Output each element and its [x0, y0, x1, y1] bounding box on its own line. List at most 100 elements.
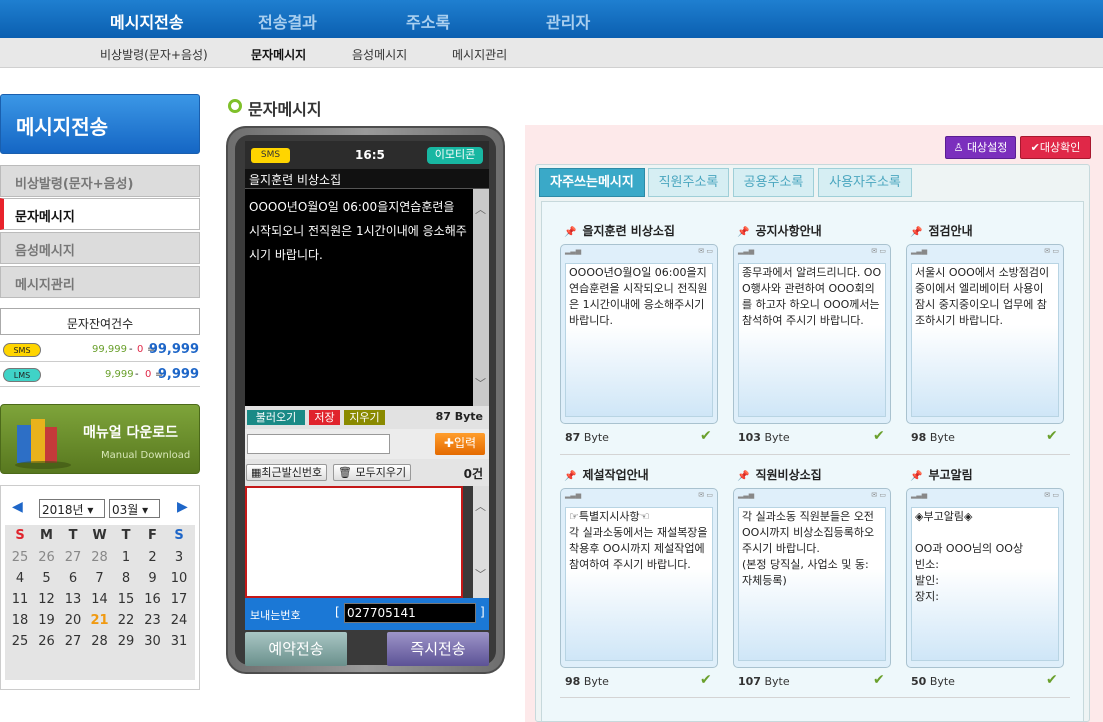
calendar-day[interactable]: 27	[60, 550, 86, 565]
message-card-title[interactable]: 📌 제설작업안내	[564, 466, 649, 483]
tab-user-addressbook[interactable]: 사용자주소록	[818, 168, 912, 197]
recent-numbers-button[interactable]: ▦최근발신번호	[246, 464, 328, 481]
scroll-down-icon[interactable]: ﹀	[475, 566, 486, 582]
calendar-day[interactable]: 16	[140, 592, 166, 607]
scroll-down-icon[interactable]: ﹀	[475, 375, 486, 391]
signal-icon: ▂▃▅	[565, 491, 582, 499]
sidebar-item-message-manage[interactable]: 메시지관리	[0, 266, 200, 298]
mail-icon: ✉ ▭	[698, 247, 713, 255]
calendar-day[interactable]: 17	[166, 592, 192, 607]
calendar-day[interactable]: 26	[34, 634, 60, 649]
calendar-day[interactable]: 3	[166, 550, 192, 565]
message-card-title[interactable]: 📌 직원비상소집	[737, 466, 822, 483]
calendar-day[interactable]: 13	[60, 592, 86, 607]
calendar-day[interactable]: 18	[7, 613, 33, 628]
calendar-day[interactable]: 1	[113, 550, 139, 565]
calendar-day[interactable]: 4	[7, 571, 33, 586]
subnav-voice-message[interactable]: 음성메시지	[352, 46, 407, 63]
topnav-message-send[interactable]: 메시지전송	[110, 9, 184, 33]
calendar-day[interactable]: 22	[113, 613, 139, 628]
scroll-up-icon[interactable]: ︿	[475, 201, 486, 217]
calendar-day[interactable]: 7	[87, 571, 113, 586]
message-card[interactable]: ▂▃▅ ✉ ▭ 종무과에서 알려드리니다. OOO행사와 관련하여 OOO회의를 하…	[733, 244, 891, 424]
calendar-day[interactable]: 28	[87, 634, 113, 649]
calendar-day[interactable]: 5	[34, 571, 60, 586]
manual-download-button[interactable]: 매뉴얼 다운로드 Manual Download	[0, 404, 200, 474]
sender-number-field[interactable]: 027705141	[344, 603, 476, 623]
clear-all-button[interactable]: 🗑 모두지우기	[333, 464, 412, 481]
message-card[interactable]: ▂▃▅ ✉ ▭ 서울시 OOO에서 소방점검이 중이에서 엘리베이터 사용이 잠시 …	[906, 244, 1064, 424]
subnav-message-manage[interactable]: 메시지관리	[452, 46, 507, 63]
calendar-day[interactable]: 25	[7, 550, 33, 565]
tab-frequent-messages[interactable]: 자주쓰는메시지	[539, 168, 645, 197]
calendar-day[interactable]: 20	[60, 613, 86, 628]
calendar-year-select[interactable]: 2018년 ▾	[39, 499, 105, 518]
input-button[interactable]: ✚입력	[435, 433, 485, 455]
message-card-title[interactable]: 📌 을지훈련 비상소집	[564, 222, 675, 239]
subnav-text-message[interactable]: 문자메시지	[251, 46, 306, 63]
message-card[interactable]: ▂▃▅ ✉ ▭ OOOO년O월O일 06:00을지연습훈련을 시작되오니 전직원은 …	[560, 244, 718, 424]
calendar-day[interactable]: 30	[140, 634, 166, 649]
calendar-day[interactable]: 14	[87, 592, 113, 607]
topnav-address-book[interactable]: 주소록	[406, 9, 450, 33]
message-card-title[interactable]: 📌 부고알림	[910, 466, 973, 483]
calendar-day[interactable]: 19	[34, 613, 60, 628]
sidebar-item-text-message[interactable]: 문자메시지	[0, 198, 200, 230]
select-check-icon[interactable]: ✔	[873, 428, 885, 444]
calendar-day[interactable]: 6	[60, 571, 86, 586]
message-subject-input[interactable]: 을지훈련 비상소집	[245, 169, 489, 189]
target-setting-button[interactable]: ♙ 대상설정	[945, 136, 1016, 159]
message-card[interactable]: ▂▃▅ ✉ ▭ 각 실과소동 직원분들은 오전 OO시까지 비상소집등록하오 주시기…	[733, 488, 891, 668]
calendar-day[interactable]: 24	[166, 613, 192, 628]
message-scrollbar[interactable]: ︿ ﹀	[473, 189, 489, 406]
send-now-button[interactable]: 즉시전송	[387, 632, 489, 666]
calendar-day[interactable]: 27	[60, 634, 86, 649]
save-button[interactable]: 저장	[309, 410, 340, 425]
tab-public-addressbook[interactable]: 공용주소록	[733, 168, 814, 197]
calendar-day[interactable]: 12	[34, 592, 60, 607]
message-card-title[interactable]: 📌 점검안내	[910, 222, 973, 239]
signal-icon: ▂▃▅	[565, 247, 582, 255]
calendar-day[interactable]: 9	[140, 571, 166, 586]
message-card[interactable]: ▂▃▅ ✉ ▭ ☞특별지시사항☜ 각 실과소동에서는 재설복장을 착용후 OO시까지…	[560, 488, 718, 668]
load-button[interactable]: 불러오기	[247, 410, 305, 425]
calendar-day[interactable]: 2	[140, 550, 166, 565]
select-check-icon[interactable]: ✔	[700, 672, 712, 688]
calendar-day[interactable]: 26	[34, 550, 60, 565]
calendar-month-select[interactable]: 03월 ▾	[109, 499, 160, 518]
topnav-admin[interactable]: 관리자	[546, 9, 590, 33]
sidebar-item-voice-message[interactable]: 음성메시지	[0, 232, 200, 264]
calendar-day[interactable]: 11	[7, 592, 33, 607]
subnav-emergency[interactable]: 비상발령(문자+음성)	[100, 46, 208, 63]
message-card-title[interactable]: 📌 공지사항안내	[737, 222, 822, 239]
calendar-day[interactable]: 15	[113, 592, 139, 607]
calendar-day[interactable]: 8	[113, 571, 139, 586]
message-card-byte: 103 Byte	[738, 431, 790, 444]
sidebar-item-emergency[interactable]: 비상발령(문자+음성)	[0, 165, 200, 197]
select-check-icon[interactable]: ✔	[1046, 672, 1058, 688]
calendar-prev-icon[interactable]: ◀	[12, 499, 23, 515]
phone-number-input[interactable]	[247, 434, 390, 454]
clear-button[interactable]: 지우기	[344, 410, 385, 425]
recipient-list[interactable]	[245, 486, 463, 598]
target-confirm-button[interactable]: ✔대상확인	[1020, 136, 1091, 159]
calendar-day[interactable]: 10	[166, 571, 192, 586]
select-check-icon[interactable]: ✔	[1046, 428, 1058, 444]
calendar-next-icon[interactable]: ▶	[177, 499, 188, 515]
select-check-icon[interactable]: ✔	[700, 428, 712, 444]
message-card[interactable]: ▂▃▅ ✉ ▭ ◈부고알림◈ OO과 OOO님의 OO상 빈소: 발인: 장지:	[906, 488, 1064, 668]
message-body-textarea[interactable]: OOOO년O월O일 06:00을지연습훈련을 시작되오니 전직원은 1시간이내에…	[245, 189, 473, 406]
tab-staff-addressbook[interactable]: 직원주소록	[648, 168, 729, 197]
calendar-day[interactable]: 21	[87, 613, 113, 628]
calendar-day[interactable]: 23	[140, 613, 166, 628]
calendar-day[interactable]: 29	[113, 634, 139, 649]
calendar-day[interactable]: 28	[87, 550, 113, 565]
emoticon-button[interactable]: 이모티콘	[427, 147, 483, 164]
calendar-day[interactable]: 25	[7, 634, 33, 649]
reserve-send-button[interactable]: 예약전송	[245, 632, 347, 666]
topnav-send-result[interactable]: 전송결과	[258, 9, 317, 33]
scroll-up-icon[interactable]: ︿	[475, 498, 486, 514]
select-check-icon[interactable]: ✔	[873, 672, 885, 688]
calendar-day[interactable]: 31	[166, 634, 192, 649]
recipient-scrollbar[interactable]: ︿ ﹀	[473, 486, 489, 598]
